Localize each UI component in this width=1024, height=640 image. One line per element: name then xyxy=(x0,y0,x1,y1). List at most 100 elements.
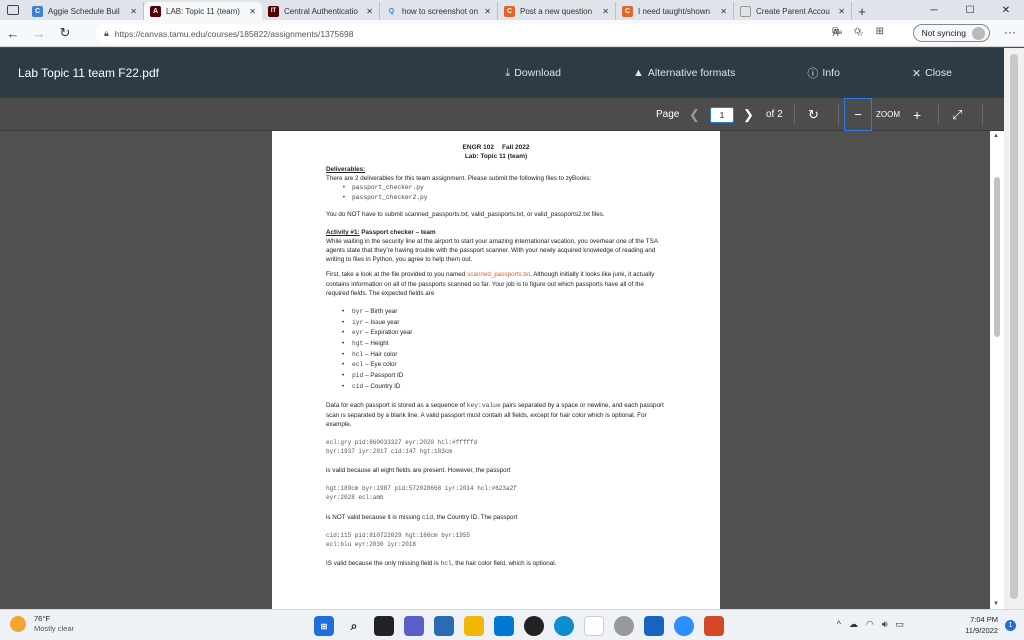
info-button[interactable]: ⓘ Info xyxy=(807,65,876,81)
lab-title: Lab: Topic 11 (team) xyxy=(464,153,528,161)
tab-close-icon[interactable]: ✕ xyxy=(602,7,609,16)
forward-icon[interactable]: → xyxy=(26,20,52,47)
tab-close-icon[interactable]: ✕ xyxy=(249,7,256,16)
alternative-formats-icon: ▲ xyxy=(632,67,644,79)
page-number-input[interactable]: 1 xyxy=(710,107,734,123)
tab-title: LAB: Topic 11 (team) xyxy=(166,6,240,16)
tab-title: I need taught/shown xyxy=(638,6,711,16)
maximize-icon[interactable]: ☐ xyxy=(952,0,988,20)
file-explorer-icon[interactable] xyxy=(464,616,484,636)
code-line: ecl:gry pid:860033327 eyr:2020 hcl:#ffff… xyxy=(326,438,478,446)
next-page-icon[interactable]: ❯ xyxy=(743,98,754,131)
deliverables-list: passport_checker.py passport_checker2.py xyxy=(342,183,666,204)
notification-badge[interactable]: 1 xyxy=(1005,620,1016,631)
minimize-icon[interactable]: ─ xyxy=(916,0,952,20)
extensions-icon[interactable]: ⧉ xyxy=(832,26,839,37)
alternative-formats-button[interactable]: ▲ Alternative formats xyxy=(633,67,771,79)
favorites-icon[interactable]: ✩ xyxy=(853,26,861,37)
zoom-in-icon[interactable]: + xyxy=(913,98,921,131)
powerpoint-icon[interactable] xyxy=(704,616,724,636)
fullscreen-icon[interactable]: ⤢ xyxy=(952,98,962,131)
battery-icon[interactable]: ▭ xyxy=(895,619,904,630)
zoom-icon[interactable] xyxy=(674,616,694,636)
show-hidden-icon[interactable]: ^ xyxy=(837,619,841,630)
previous-page-icon[interactable]: ❮ xyxy=(689,98,700,131)
browser-tab-2[interactable]: IT Central Authenticatio ✕ xyxy=(262,2,380,20)
weather-temp: 76°F xyxy=(34,614,50,623)
rotate-icon[interactable]: ↻ xyxy=(808,98,819,131)
collections-icon[interactable]: ⊞ xyxy=(876,26,884,37)
wifi-icon[interactable]: ◠ xyxy=(866,619,874,630)
zoom-label[interactable]: ZOOM xyxy=(876,98,900,131)
scrollbar-thumb[interactable] xyxy=(994,177,1000,337)
address-bar-row: ← → ↻ 🔒︎ https://canvas.tamu.edu/courses… xyxy=(0,20,1024,47)
refresh-icon[interactable]: ↻ xyxy=(52,20,78,47)
tab-close-icon[interactable]: ✕ xyxy=(366,7,373,16)
course-code: ENGR 102 xyxy=(462,144,494,151)
edge-icon[interactable] xyxy=(554,616,574,636)
clock[interactable]: 7:04 PM 11/9/2022 xyxy=(965,615,998,636)
window-controls: ─ ☐ ✕ xyxy=(916,0,1024,20)
browser-tab-3[interactable]: Q how to screenshot on ✕ xyxy=(380,2,498,20)
toolbar-divider xyxy=(982,104,983,125)
scroll-down-icon[interactable]: ▼ xyxy=(993,601,999,607)
store-icon[interactable] xyxy=(434,616,454,636)
sync-label: Not syncing xyxy=(921,28,966,38)
scanned-passports-file: scanned_passports.txt xyxy=(467,271,531,279)
mail-icon[interactable] xyxy=(644,616,664,636)
field-desc: – Passport ID xyxy=(363,372,404,380)
url-input[interactable]: 🔒︎ https://canvas.tamu.edu/courses/18582… xyxy=(96,24,954,43)
browser-tab-0[interactable]: C Aggie Schedule Buil ✕ xyxy=(26,2,144,20)
download-button[interactable]: ⤓ Download xyxy=(505,67,597,80)
window-close-icon[interactable]: ✕ xyxy=(988,0,1024,20)
taskbar-apps: ⊞ ⌕ xyxy=(314,616,724,636)
chat-icon[interactable] xyxy=(404,616,424,636)
toolbar-icons: ⧉ ✩ ⊞ xyxy=(832,26,884,37)
sync-button[interactable]: Not syncing xyxy=(912,24,990,42)
photos-icon[interactable] xyxy=(494,616,514,636)
tab-close-icon[interactable]: ✕ xyxy=(484,7,491,16)
start-icon[interactable]: ⊞ xyxy=(314,616,334,636)
page-scrollbar[interactable] xyxy=(1004,48,1024,609)
weather-icon xyxy=(10,616,26,633)
more-menu-icon[interactable]: ··· xyxy=(1004,25,1016,39)
toolbar-divider xyxy=(938,104,939,125)
slack-icon[interactable] xyxy=(584,616,604,636)
tab-close-icon[interactable]: ✕ xyxy=(838,7,845,16)
tab-close-icon[interactable]: ✕ xyxy=(720,7,727,16)
browser-tab-5[interactable]: C I need taught/shown ✕ xyxy=(616,2,734,20)
cloud-icon[interactable]: ☁ xyxy=(849,619,858,630)
back-icon[interactable]: ← xyxy=(0,20,26,47)
task-view-icon[interactable] xyxy=(374,616,394,636)
page-scrollbar-thumb[interactable] xyxy=(1010,54,1018,599)
page-count: of 2 xyxy=(766,109,783,120)
tab-title: Aggie Schedule Buil xyxy=(48,6,120,16)
tab-favicon: C xyxy=(504,5,515,17)
course-term: Fall 2022 xyxy=(501,144,530,151)
deliverables-heading: Deliverables: xyxy=(326,165,366,173)
field-desc: – Issue year xyxy=(363,318,400,326)
new-tab-button[interactable]: + xyxy=(852,2,872,20)
tab-favicon: C xyxy=(32,5,43,17)
document-viewport[interactable]: ENGR 102 Fall 2022 Lab: Topic 11 (team) D… xyxy=(0,131,1024,609)
list-item: passport_checker.py xyxy=(342,183,666,194)
browser-tab-4[interactable]: C Post a new question ✕ xyxy=(498,2,616,20)
valid3-key: hcl xyxy=(440,560,452,568)
weather-widget[interactable]: 76°F Mostly clear xyxy=(10,614,74,634)
browser-tab-6[interactable]: Create Parent Accou ✕ xyxy=(734,2,852,20)
search-icon[interactable]: ⌕ xyxy=(344,616,364,636)
activity-heading: Activity #1: xyxy=(326,228,360,236)
list-item: byr – Birth year xyxy=(342,307,666,318)
browser-tab-1[interactable]: A LAB: Topic 11 (team) ✕ xyxy=(144,2,262,20)
dell-icon[interactable] xyxy=(524,616,544,636)
zoom-out-icon[interactable]: − xyxy=(844,98,872,131)
tab-title: Create Parent Accou xyxy=(756,6,830,16)
settings-icon[interactable] xyxy=(614,616,634,636)
scroll-up-icon[interactable]: ▲ xyxy=(993,133,999,139)
tab-actions-icon[interactable] xyxy=(0,0,26,20)
volume-icon[interactable]: 🔊︎ xyxy=(882,619,888,630)
document-scrollbar[interactable]: ▲ ▼ xyxy=(990,131,1004,609)
notvalid-text-a: is NOT valid because it is missing xyxy=(326,513,422,521)
tab-close-icon[interactable]: ✕ xyxy=(130,7,137,16)
close-button[interactable]: ✕ Close xyxy=(912,67,988,80)
